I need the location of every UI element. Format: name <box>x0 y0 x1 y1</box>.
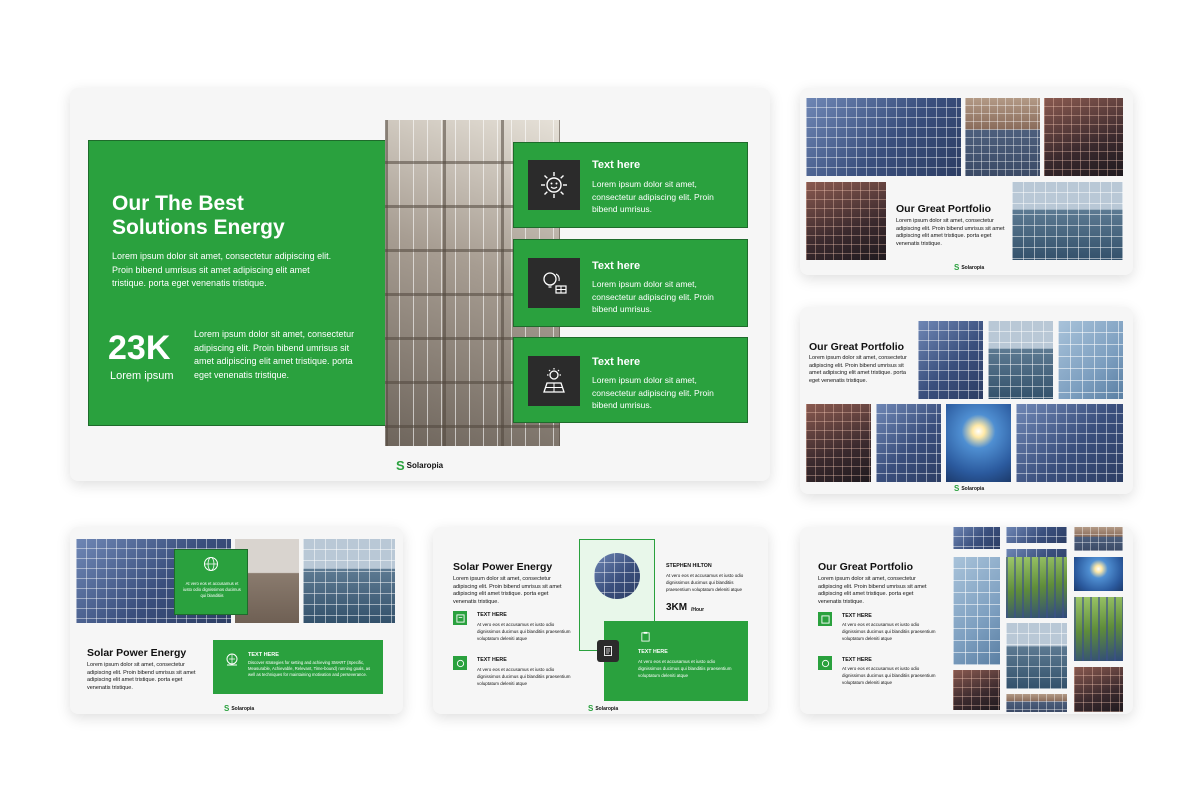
highlight-text: At vero eos et accusamus et iusto odio d… <box>183 581 241 598</box>
section-body: Lorem ipsum dolor sit amet, consectetur … <box>896 218 1005 247</box>
green-card-title: TEXT HERE <box>638 649 668 655</box>
logo-text: Solaropia <box>961 264 985 271</box>
logo: S Solaropia <box>588 704 618 713</box>
mosaic-photo-11 <box>1006 694 1067 712</box>
info-card-body: Discover strategies for setting and achi… <box>248 660 371 678</box>
feature-card-3-title: Text here <box>592 356 641 368</box>
slide-solutions-energy[interactable]: Our The Best Solutions Energy Lorem ipsu… <box>70 88 770 481</box>
portfolio-photo-1 <box>918 321 983 399</box>
mosaic-photo-3 <box>1074 527 1123 551</box>
feature-card-1-body: Lorem ipsum dolor sit amet, consectetur … <box>592 179 714 214</box>
slide-portfolio-a[interactable]: Our Great Portfolio Lorem ipsum dolor si… <box>800 88 1133 275</box>
document-icon <box>597 640 619 662</box>
item-1-body: At vero eos et accusamus et iusto odio d… <box>477 622 571 641</box>
logo: S Solaropia <box>224 704 254 713</box>
portfolio-photo-4 <box>806 404 871 482</box>
portfolio-photo-5 <box>1012 182 1123 260</box>
section-title: Our Great Portfolio <box>809 341 905 353</box>
person-body: At vero eos et accusamus et iusto odio d… <box>666 573 744 592</box>
stat-value: 23K <box>108 329 171 367</box>
section-body: Lorem ipsum dolor sit amet, consectetur … <box>818 576 927 605</box>
logo: S Solaropia <box>954 484 984 493</box>
logo-s-icon: S <box>396 458 405 473</box>
mosaic-photo-12 <box>1074 667 1123 712</box>
green-card-body: At vero eos et accusamus et iusto odio d… <box>638 659 732 678</box>
metric-value: 3KM <box>666 602 688 613</box>
mosaic-photo-4 <box>953 557 1000 665</box>
item-2-title: TEXT HERE <box>477 657 507 663</box>
mosaic-photo-10 <box>953 670 1000 710</box>
mosaic-photo-6 <box>1006 557 1067 618</box>
item-2-title: TEXT HERE <box>842 657 872 663</box>
sun-panel-icon <box>528 356 580 406</box>
feature-card-3-body: Lorem ipsum dolor sit amet, consectetur … <box>592 375 714 410</box>
mosaic-photo-7 <box>1074 557 1123 591</box>
person-name: STEPHEN HILTON <box>666 563 712 569</box>
section-title: Solar Power Energy <box>453 561 553 573</box>
logo-text: Solaropia <box>595 705 619 712</box>
portfolio-photo-2 <box>965 98 1040 176</box>
portfolio-photo-2 <box>988 321 1053 399</box>
stat-label: Lorem ipsum <box>110 370 174 382</box>
section-title: Solar Power Energy <box>87 647 187 659</box>
section-body: Lorem ipsum dolor sit amet, consectetur … <box>87 662 196 691</box>
section-body: Lorem ipsum dolor sit amet, consectetur … <box>453 576 562 605</box>
circle-photo <box>594 553 640 599</box>
item-1-title: TEXT HERE <box>477 612 507 618</box>
item-2-body: At vero eos et accusamus et iusto odio d… <box>842 666 936 685</box>
logo-s-icon: S <box>954 484 960 493</box>
mosaic-photo-8 <box>1074 597 1123 661</box>
portfolio-photo-6 <box>946 404 1011 482</box>
solar-globe-icon <box>223 651 241 669</box>
slide-portfolio-b[interactable]: Our Great Portfolio Lorem ipsum dolor si… <box>800 307 1133 494</box>
portfolio-photo-7 <box>1016 404 1123 482</box>
bulb-solar-icon <box>528 258 580 308</box>
item-2-icon <box>453 656 467 670</box>
feature-card-2-body: Lorem ipsum dolor sit amet, consectetur … <box>592 279 714 314</box>
portfolio-photo-5 <box>876 404 941 482</box>
section-body: Lorem ipsum dolor sit amet, consectetur … <box>809 355 907 384</box>
page-title-line2: Solutions Energy <box>112 216 285 239</box>
sun-gear-icon <box>528 160 580 210</box>
logo: S Solaropia <box>396 458 443 473</box>
logo-s-icon: S <box>588 704 594 713</box>
item-1-title: TEXT HERE <box>842 613 872 619</box>
portfolio-photo-1 <box>806 98 961 176</box>
portfolio-photo-3 <box>1058 321 1123 399</box>
mosaic-photo-2 <box>1006 527 1067 543</box>
mosaic-photo-1 <box>953 527 1000 549</box>
logo: S Solaropia <box>954 263 984 272</box>
panel-photo-3 <box>303 539 395 623</box>
intro-body: Lorem ipsum dolor sit amet, consectetur … <box>112 251 332 288</box>
logo-s-icon: S <box>954 263 960 272</box>
portfolio-photo-4 <box>806 182 886 260</box>
info-card-title: TEXT HERE <box>248 652 279 658</box>
item-2-icon <box>818 656 832 670</box>
feature-card-1-title: Text here <box>592 159 641 171</box>
logo-text: Solaropia <box>961 485 985 492</box>
item-1-icon <box>453 611 467 625</box>
globe-icon <box>201 554 221 574</box>
logo-text: Solaropia <box>406 461 444 470</box>
slide-solar-power-a[interactable]: At vero eos et accusamus et iusto odio d… <box>70 527 403 714</box>
logo-s-icon: S <box>224 704 230 713</box>
slide-portfolio-c[interactable]: Our Great Portfolio Lorem ipsum dolor si… <box>800 527 1133 714</box>
metric-unit: /Hour <box>691 607 705 613</box>
section-title: Our Great Portfolio <box>818 561 914 573</box>
stat-body: Lorem ipsum dolor sit amet, consectetur … <box>194 329 355 380</box>
item-1-body: At vero eos et accusamus et iusto odio d… <box>842 622 936 641</box>
item-1-icon <box>818 612 832 626</box>
portfolio-photo-3 <box>1044 98 1123 176</box>
page-title-line1: Our The Best <box>112 192 244 215</box>
logo-text: Solaropia <box>231 705 255 712</box>
item-2-body: At vero eos et accusamus et iusto odio d… <box>477 667 571 686</box>
feature-card-2-title: Text here <box>592 260 641 272</box>
clipboard-icon <box>638 629 652 643</box>
mosaic-photo-9 <box>1006 623 1067 689</box>
slide-solar-power-b[interactable]: Solar Power Energy Lorem ipsum dolor sit… <box>433 527 768 714</box>
section-title: Our Great Portfolio <box>896 203 992 215</box>
